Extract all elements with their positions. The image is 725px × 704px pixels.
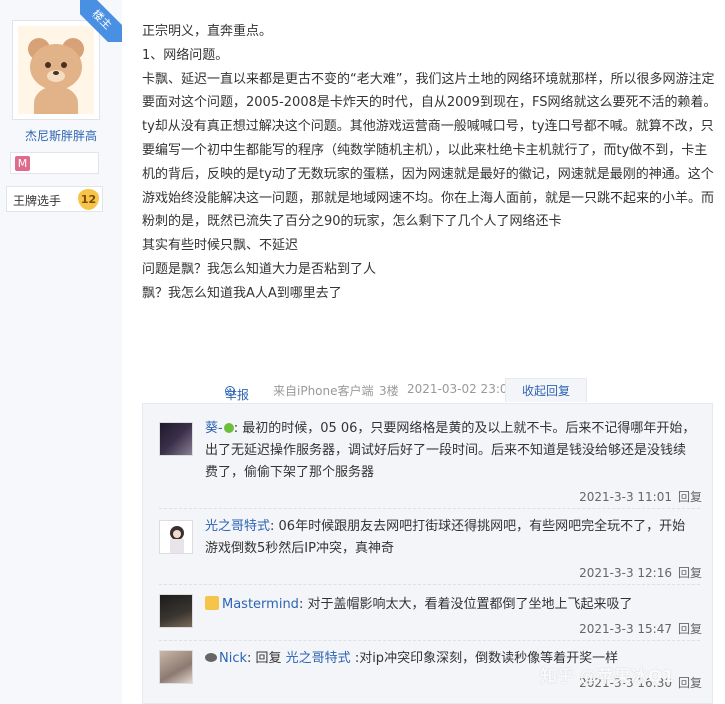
reply-to-username[interactable]: 光之哥特式	[286, 651, 351, 666]
reply-meta: 2021-3-3 15:47 回复	[579, 620, 702, 637]
reply-username[interactable]: Nick	[219, 651, 247, 666]
reply-time: 2021-3-3 12:16	[579, 566, 672, 580]
medal-icon	[205, 596, 219, 610]
reply-prefix: : 回复	[247, 651, 286, 666]
forum-title-badge[interactable]: 王牌选手 12	[6, 186, 103, 212]
divider	[159, 508, 700, 509]
divider	[159, 640, 700, 641]
reply-avatar[interactable]	[159, 422, 193, 456]
reply-time: 2021-3-3 11:01	[579, 490, 672, 504]
reply-text: 光之哥特式: 06年时候跟朋友去网吧打街球还得挑网吧，有些网吧完全玩不了，开始游…	[205, 516, 697, 560]
post-datetime: 2021-03-02 23:03	[407, 382, 516, 396]
report-label: 举报	[225, 388, 250, 402]
reply-avatar[interactable]	[159, 650, 193, 684]
member-level-box: M	[10, 152, 99, 174]
op-badge-label: 楼主	[80, 0, 122, 42]
reply-button[interactable]: 回复	[678, 676, 702, 690]
post-line: 卡飘、延迟一直以来都是更古不变的“老大难”，我们这片土地的网络环境就那样，所以很…	[142, 71, 717, 230]
reply-time: 2021-3-3 15:47	[579, 622, 672, 636]
anime-girl-avatar-icon	[170, 526, 184, 553]
op-badge: 楼主	[80, 0, 122, 42]
post-line: 问题是飘？我怎么知道大力是否粘到了人	[142, 261, 377, 277]
reply-text: 葵-: 最初的时候，05 06，只要网络格是黄的及以上就不卡。后来不记得哪年开始…	[205, 418, 697, 484]
reply-avatar[interactable]	[159, 594, 193, 628]
reply-avatar[interactable]	[159, 520, 193, 554]
reply-body: : 对于盖帽影响太大，看着没位置都倒了坐地上飞起来吸了	[298, 597, 633, 612]
reply-body: : 最初的时候，05 06，只要网络格是黄的及以上就不卡。后来不记得哪年开始，出…	[205, 421, 696, 480]
post-line: 1、网络问题。	[142, 47, 229, 63]
collapse-replies-button[interactable]: 收起回复	[505, 378, 587, 402]
author-name-link[interactable]: 杰尼斯胖胖高	[0, 127, 122, 144]
reply-username[interactable]: Mastermind	[222, 597, 299, 612]
clover-icon	[223, 423, 234, 433]
reply-list: 葵-: 最初的时候，05 06，只要网络格是黄的及以上就不卡。后来不记得哪年开始…	[142, 403, 713, 704]
reply-meta: 2021-3-3 11:01 回复	[579, 488, 702, 505]
post-line: 飘？我怎么知道我A人A到哪里去了	[142, 285, 342, 301]
divider	[159, 584, 700, 585]
reply-button[interactable]: 回复	[678, 622, 702, 636]
reply-meta: 2021-3-3 12:16 回复	[579, 564, 702, 581]
forum-title-label: 王牌选手	[13, 194, 62, 208]
member-level-icon[interactable]: M	[15, 156, 30, 171]
reply-button[interactable]: 回复	[678, 490, 702, 504]
post-line: 正宗明义，直奔重点。	[142, 24, 273, 39]
post-content: 正宗明义，直奔重点。 1、网络问题。 卡飘、延迟一直以来都是更古不变的“老大难”…	[142, 20, 717, 306]
forum-level-shield-icon: 12	[78, 189, 99, 210]
post-source[interactable]: 来自iPhone客户端	[273, 382, 374, 399]
fan-badge-icon	[205, 653, 217, 662]
post-line: 其实有些时候只飘、不延迟	[142, 238, 299, 254]
floor-number: 3楼	[379, 384, 399, 398]
reply-body: : 06年时候跟朋友去网吧打街球还得挑网吧，有些网吧完全玩不了，开始游戏倒数5秒…	[205, 519, 686, 556]
reply-username[interactable]: 光之哥特式	[205, 519, 270, 534]
author-sidebar: 楼主 杰尼斯胖胖高 M 王牌选手 12	[0, 0, 122, 704]
post-meta-bar: ! 举报 来自iPhone客户端 3楼 2021-03-02 23:03 收起回复	[225, 378, 595, 402]
reply-text: Mastermind: 对于盖帽影响太大，看着没位置都倒了坐地上飞起来吸了	[205, 594, 697, 616]
reply-username[interactable]: 葵-	[205, 421, 223, 436]
zhihu-watermark: 知乎 @苹果冰Q1	[540, 667, 675, 687]
reply-button[interactable]: 回复	[678, 566, 702, 580]
